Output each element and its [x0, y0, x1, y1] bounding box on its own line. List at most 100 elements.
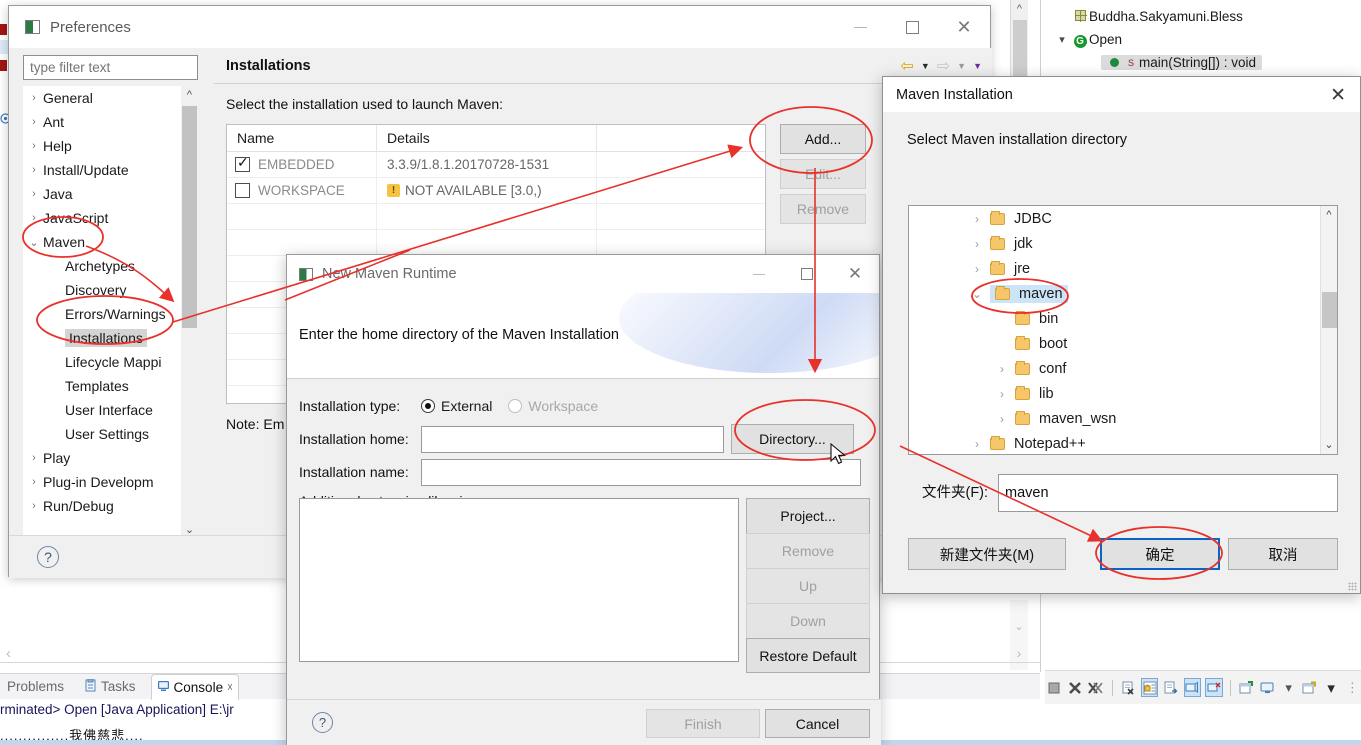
new-folder-button[interactable]: 新建文件夹(M)	[908, 538, 1066, 570]
chevron-right-icon[interactable]: ›	[989, 362, 1015, 376]
radio-workspace[interactable]: Workspace	[508, 398, 598, 414]
library-up-button[interactable]: Up	[746, 568, 870, 603]
chevron-right-icon[interactable]: ›	[25, 452, 43, 464]
chevron-down-icon[interactable]: ⌄	[964, 287, 990, 301]
close-button[interactable]: ✕	[1330, 84, 1346, 107]
chevron-right-icon[interactable]: ›	[25, 476, 43, 488]
tab-console[interactable]: Console ☓	[150, 673, 239, 700]
folder-tree[interactable]: › JDBC › jdk › jre ⌄ maven bin boot › conf › lib › mave…	[908, 205, 1338, 455]
tree-item-javascript[interactable]: › JavaScript	[23, 206, 198, 230]
preferences-titlebar[interactable]: Preferences ✕	[9, 6, 990, 48]
folder-item-notepad[interactable]: › Notepad++	[909, 431, 1337, 454]
chevron-right-icon[interactable]: ›	[25, 140, 43, 152]
back-dropdown-icon[interactable]: ▼	[921, 61, 930, 71]
remove-launch-icon[interactable]	[1066, 678, 1083, 697]
console-dropdown-icon[interactable]: ▾	[1280, 678, 1297, 697]
scroll-up-icon[interactable]: ^	[1011, 0, 1028, 18]
tree-item-ant[interactable]: › Ant	[23, 110, 198, 134]
installation-home-input[interactable]	[421, 425, 724, 453]
chevron-right-icon[interactable]: ›	[25, 164, 43, 176]
add-button[interactable]: Add...	[780, 124, 866, 154]
table-row[interactable]: EMBEDDED 3.3.9/1.8.1.20170728-1531	[227, 151, 765, 178]
tree-item-errors-warnings[interactable]: Errors/Warnings	[23, 302, 198, 326]
folder-tree-scrollbar[interactable]: ^ ⌄	[1320, 206, 1337, 454]
restore-default-button[interactable]: Restore Default	[746, 638, 870, 673]
library-remove-button[interactable]: Remove	[746, 533, 870, 568]
tree-item-help[interactable]: › Help	[23, 134, 198, 158]
pin-console-icon[interactable]	[1183, 678, 1202, 697]
tree-item-archetypes[interactable]: Archetypes	[23, 254, 198, 278]
folder-name-input[interactable]	[998, 474, 1338, 512]
tree-scrollbar[interactable]: ^ ⌄	[181, 86, 198, 539]
tree-item-installations[interactable]: Installations	[23, 326, 198, 350]
row-checkbox[interactable]	[235, 183, 250, 198]
outline-item-method[interactable]: S main(String[]) : void	[1041, 51, 1361, 74]
finish-button[interactable]: Finish	[646, 709, 760, 738]
scroll-down-icon[interactable]: ⌄	[1321, 436, 1337, 454]
outline-item-class[interactable]: ▾ G Open	[1041, 28, 1361, 51]
back-arrow-icon[interactable]: ⇦	[900, 56, 913, 76]
preferences-tree[interactable]: › General › Ant › Help › Install/Update › Java › Ja…	[23, 86, 198, 539]
clear-console-icon[interactable]	[1120, 678, 1137, 697]
background-collapse-icon[interactable]: ‹	[6, 645, 11, 662]
filter-input[interactable]	[23, 55, 198, 80]
remove-button[interactable]: Remove	[780, 194, 866, 224]
open-console-icon[interactable]	[1301, 678, 1318, 697]
help-icon[interactable]: ?	[312, 712, 333, 733]
close-icon[interactable]: ☓	[227, 681, 233, 694]
tree-item-plug-in-developm[interactable]: › Plug-in Developm	[23, 470, 198, 494]
chevron-right-icon[interactable]: ›	[25, 188, 43, 200]
folder-item-conf[interactable]: › conf	[909, 356, 1337, 381]
chevron-right-icon[interactable]: ›	[989, 412, 1015, 426]
close-console-icon[interactable]	[1205, 678, 1223, 697]
folder-item-jdbc[interactable]: › JDBC	[909, 206, 1337, 231]
tree-item-discovery[interactable]: Discovery	[23, 278, 198, 302]
scroll-up-icon[interactable]: ^	[1321, 206, 1337, 224]
close-button[interactable]: ✕	[938, 6, 990, 48]
show-console-on-output-icon[interactable]	[1162, 678, 1179, 697]
terminate-icon[interactable]	[1045, 678, 1062, 697]
help-icon[interactable]: ?	[37, 546, 59, 568]
new-console-view-icon[interactable]	[1237, 678, 1254, 697]
extension-libraries-list[interactable]	[299, 498, 739, 662]
scroll-lock-icon[interactable]	[1140, 678, 1159, 697]
lower-scrollbar[interactable]: ⌄ ›	[1010, 600, 1028, 670]
chevron-down-icon[interactable]: ▾	[1053, 33, 1071, 46]
view-menu-icon[interactable]: ⋮	[1344, 678, 1361, 697]
minimize-button[interactable]	[735, 255, 783, 293]
installation-name-input[interactable]	[421, 458, 861, 486]
project-button[interactable]: Project...	[746, 498, 870, 533]
chevron-right-icon[interactable]: ›	[964, 437, 990, 451]
folder-item-jdk[interactable]: › jdk	[909, 231, 1337, 256]
folder-item-bin[interactable]: bin	[909, 306, 1337, 331]
cancel-button[interactable]: Cancel	[765, 709, 870, 738]
folder-item-lib[interactable]: › lib	[909, 381, 1337, 406]
chevron-right-icon[interactable]: ›	[964, 237, 990, 251]
scroll-right-icon[interactable]: ›	[1010, 645, 1028, 661]
scroll-up-icon[interactable]: ^	[181, 86, 198, 104]
chevron-right-icon[interactable]: ›	[989, 387, 1015, 401]
ok-button[interactable]: 确定	[1100, 538, 1220, 570]
folder-item-boot[interactable]: boot	[909, 331, 1337, 356]
tree-item-maven[interactable]: ⌄ Maven	[23, 230, 198, 254]
tree-item-templates[interactable]: Templates	[23, 374, 198, 398]
chevron-right-icon[interactable]: ›	[25, 116, 43, 128]
resize-grip[interactable]	[1348, 582, 1357, 591]
dialog-titlebar[interactable]: Maven Installation ✕	[883, 77, 1360, 112]
tree-item-play[interactable]: › Play	[23, 446, 198, 470]
page-menu-icon[interactable]: ▼	[973, 61, 982, 71]
edit-button[interactable]: Edit...	[780, 159, 866, 189]
tree-item-run-debug[interactable]: › Run/Debug	[23, 494, 198, 518]
remove-all-launches-icon[interactable]	[1088, 678, 1105, 697]
tree-item-java[interactable]: › Java	[23, 182, 198, 206]
forward-arrow-icon[interactable]: ⇨	[937, 56, 950, 76]
tree-item-lifecycle-mappi[interactable]: Lifecycle Mappi	[23, 350, 198, 374]
folder-item-maven-wsn[interactable]: › maven_wsn	[909, 406, 1337, 431]
library-down-button[interactable]: Down	[746, 603, 870, 638]
chevron-right-icon[interactable]: ›	[25, 92, 43, 104]
scrollbar-thumb[interactable]	[182, 106, 197, 328]
tree-item-general[interactable]: › General	[23, 86, 198, 110]
dialog-titlebar[interactable]: New Maven Runtime ✕	[287, 255, 879, 293]
forward-dropdown-icon[interactable]: ▼	[957, 61, 966, 71]
row-checkbox[interactable]	[235, 154, 250, 172]
